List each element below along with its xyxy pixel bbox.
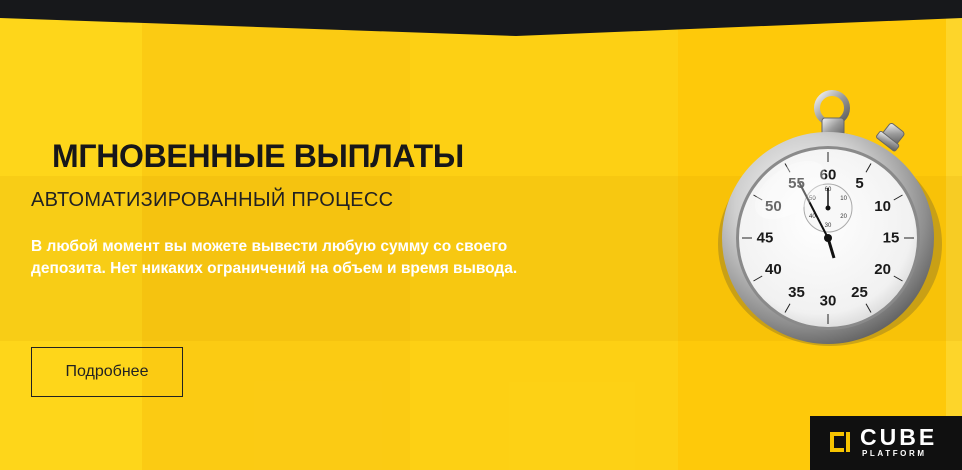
cube-platform-logo: CUBE PLATFORM: [810, 416, 962, 470]
more-button[interactable]: Подробнее: [31, 347, 183, 397]
dial-number: 25: [851, 284, 868, 301]
banner-description: В любой момент вы можете вывести любую с…: [31, 236, 591, 280]
logo-word-cube: CUBE: [860, 424, 938, 450]
dial-number: 5: [855, 175, 863, 192]
dial-number: 20: [874, 261, 891, 278]
small-dial-number: 10: [840, 196, 847, 202]
dial-number: 40: [765, 261, 782, 278]
small-dial-number: 20: [840, 214, 847, 220]
cube-logo-icon: [830, 432, 850, 452]
description-line: депозита. Нет никаких ограничений на объ…: [31, 260, 518, 277]
banner-title: МГНОВЕННЫЕ ВЫПЛАТЫ: [52, 138, 464, 174]
description-line: В любой момент вы можете вывести любую с…: [31, 238, 508, 255]
top-dark-bar: [0, 0, 962, 36]
banner-subtitle: АВТОМАТИЗИРОВАННЫЙ ПРОЦЕСС: [31, 189, 394, 211]
logo-word-platform: PLATFORM: [862, 449, 927, 458]
dial-number: 15: [883, 230, 900, 247]
dial-number: 10: [874, 198, 891, 215]
stopwatch-icon: 60 5 10 15 20 25 30 35 40 45 50 55 60 10…: [718, 90, 942, 346]
dial-number: 35: [788, 284, 805, 301]
dial-number: 45: [757, 230, 774, 247]
dial-number: 30: [820, 293, 837, 310]
small-dial-number: 30: [825, 223, 832, 229]
